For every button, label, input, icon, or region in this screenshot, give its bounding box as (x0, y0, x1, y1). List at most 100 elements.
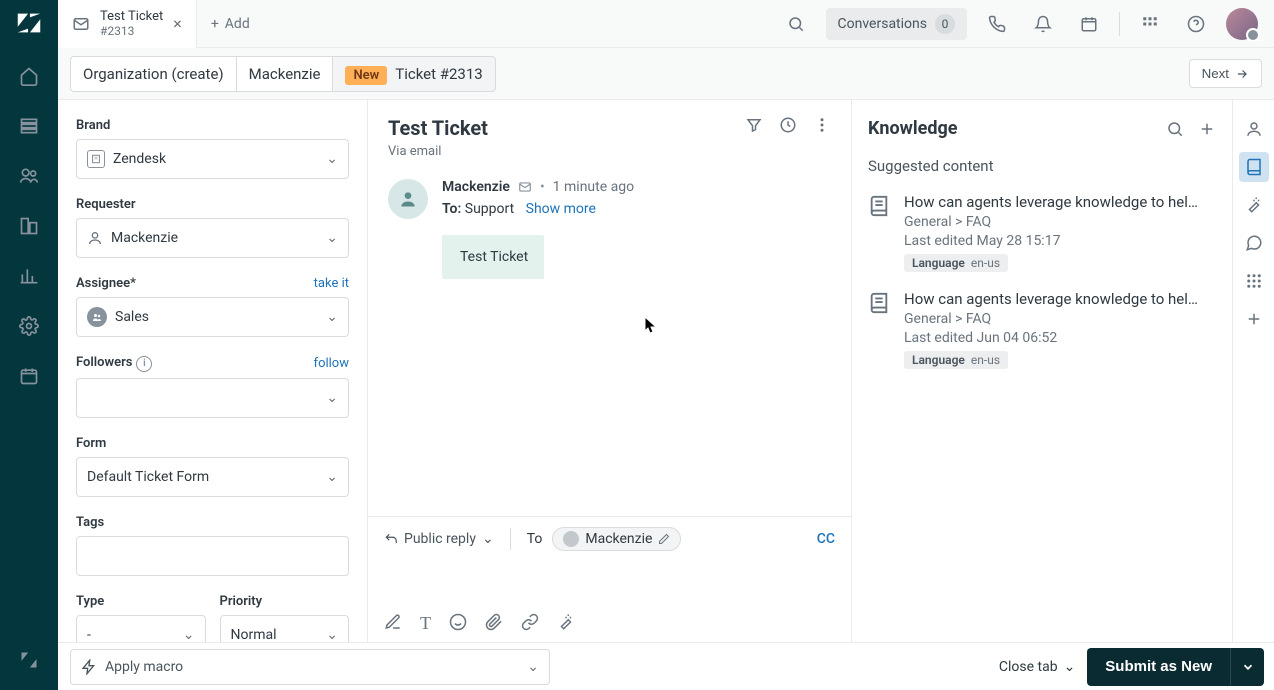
emoji-icon[interactable] (449, 613, 467, 634)
submit-dropdown-button[interactable] (1230, 648, 1264, 686)
phone-button[interactable] (981, 8, 1013, 40)
chevron-down-icon: ⌄ (326, 627, 338, 643)
chat-panel-button[interactable] (1239, 228, 1269, 258)
help-button[interactable] (1180, 8, 1212, 40)
breadcrumb-ticket[interactable]: NewTicket #2313 (332, 56, 495, 92)
tab-subtitle: #2313 (100, 24, 163, 38)
type-select[interactable]: - ⌄ (76, 615, 206, 643)
next-button[interactable]: Next (1189, 59, 1262, 88)
ticket-title: Test Ticket (388, 116, 488, 140)
add-panel-button[interactable] (1239, 304, 1269, 334)
nav-organizations[interactable] (9, 206, 49, 246)
brand-label: Brand (76, 118, 349, 133)
ticket-tab[interactable]: Test Ticket #2313 × (58, 0, 197, 48)
apps-panel-button[interactable] (1239, 266, 1269, 296)
more-actions-button[interactable] (813, 116, 831, 134)
ai-panel-button[interactable] (1239, 190, 1269, 220)
text-format-icon[interactable]: T (420, 613, 431, 634)
nav-zendesk-products[interactable] (9, 640, 49, 680)
requester-select[interactable]: Mackenzie ⌄ (76, 218, 349, 258)
conversations-count: 0 (935, 14, 955, 34)
show-more-link[interactable]: Show more (526, 201, 596, 217)
knowledge-add-button[interactable] (1198, 120, 1216, 138)
lightning-icon (81, 659, 97, 675)
conversations-button[interactable]: Conversations 0 (826, 8, 967, 40)
form-field: Form Default Ticket Form ⌄ (76, 436, 349, 497)
chevron-down-icon: ⌄ (527, 659, 539, 675)
type-label: Type (76, 594, 206, 609)
info-icon[interactable]: i (136, 356, 152, 372)
knowledge-title: Knowledge (868, 118, 957, 139)
attachment-icon[interactable] (485, 613, 503, 634)
brand-value: Zendesk (113, 151, 166, 167)
events-button[interactable] (779, 116, 797, 134)
followers-select[interactable]: ⌄ (76, 378, 349, 418)
nav-reporting[interactable] (9, 256, 49, 296)
suggested-content-label: Suggested content (868, 157, 1216, 175)
calendar-button[interactable] (1073, 8, 1105, 40)
to-recipient-chip[interactable]: Mackenzie (552, 527, 681, 551)
apply-macro-dropdown[interactable]: Apply macro ⌄ (70, 649, 550, 685)
magic-wand-icon[interactable] (557, 613, 575, 634)
knowledge-article[interactable]: How can agents leverage knowledge to hel… (868, 193, 1216, 272)
breadcrumb-user[interactable]: Mackenzie (236, 56, 333, 92)
message-author[interactable]: Mackenzie (442, 179, 510, 195)
language-badge: Language en-us (904, 351, 1008, 369)
take-it-link[interactable]: take it (314, 276, 349, 291)
user-panel-button[interactable] (1239, 114, 1269, 144)
chevron-down-icon: ⌄ (326, 469, 338, 485)
profile-avatar[interactable] (1226, 8, 1258, 40)
to-value: Support (465, 201, 514, 217)
knowledge-search-button[interactable] (1166, 120, 1184, 138)
breadcrumb-ticket-label: Ticket #2313 (395, 65, 482, 83)
to-label: To (527, 531, 543, 547)
product-logo[interactable] (14, 8, 44, 38)
nav-rail (0, 0, 58, 690)
tags-field: Tags (76, 515, 349, 576)
assignee-select[interactable]: Sales ⌄ (76, 297, 349, 337)
compose-note-icon[interactable] (384, 613, 402, 634)
nav-customers[interactable] (9, 156, 49, 196)
chevron-down-icon: ⌄ (326, 151, 338, 167)
user-icon (87, 230, 103, 246)
priority-select[interactable]: Normal ⌄ (220, 615, 350, 643)
message-time: 1 minute ago (553, 179, 634, 195)
priority-value: Normal (231, 627, 277, 643)
nav-home[interactable] (9, 56, 49, 96)
filter-button[interactable] (745, 116, 763, 134)
add-tab-button[interactable]: + Add (197, 16, 264, 32)
apps-button[interactable] (1134, 8, 1166, 40)
tab-title: Test Ticket (100, 9, 163, 25)
group-icon (87, 307, 107, 327)
submit-button[interactable]: Submit as New (1087, 648, 1230, 686)
close-icon[interactable]: × (173, 14, 182, 33)
reply-type-dropdown[interactable]: Public reply ⌄ (384, 531, 494, 547)
nav-calendar[interactable] (9, 356, 49, 396)
chevron-down-icon: ⌄ (326, 309, 338, 325)
form-label: Form (76, 436, 349, 451)
article-breadcrumb: General > FAQ (904, 214, 1204, 230)
form-select[interactable]: Default Ticket Form ⌄ (76, 457, 349, 497)
brand-select[interactable]: Zendesk ⌄ (76, 139, 349, 179)
message-to-line: To: Support Show more (442, 201, 831, 217)
type-value: - (87, 627, 91, 643)
notifications-button[interactable] (1027, 8, 1059, 40)
assignee-field: Assignee* take it Sales ⌄ (76, 276, 349, 337)
close-tab-label: Close tab (999, 659, 1058, 675)
search-button[interactable] (780, 8, 812, 40)
knowledge-panel-button[interactable] (1239, 152, 1269, 182)
breadcrumb-organization[interactable]: Organization (create) (70, 56, 236, 92)
link-icon[interactable] (521, 613, 539, 634)
knowledge-article[interactable]: How can agents leverage knowledge to hel… (868, 290, 1216, 369)
conversation-pane: Test Ticket Via email Mackenzie • 1 minu… (368, 100, 852, 642)
message-avatar[interactable] (388, 179, 428, 219)
nav-admin[interactable] (9, 306, 49, 346)
reply-textarea[interactable] (384, 551, 835, 605)
edit-recipient-icon[interactable] (658, 533, 670, 545)
nav-views[interactable] (9, 106, 49, 146)
cc-button[interactable]: CC (817, 531, 835, 547)
form-value: Default Ticket Form (87, 469, 209, 485)
follow-link[interactable]: follow (314, 356, 349, 371)
close-tab-dropdown[interactable]: Close tab ⌄ (987, 659, 1087, 675)
tags-input[interactable] (76, 536, 349, 576)
